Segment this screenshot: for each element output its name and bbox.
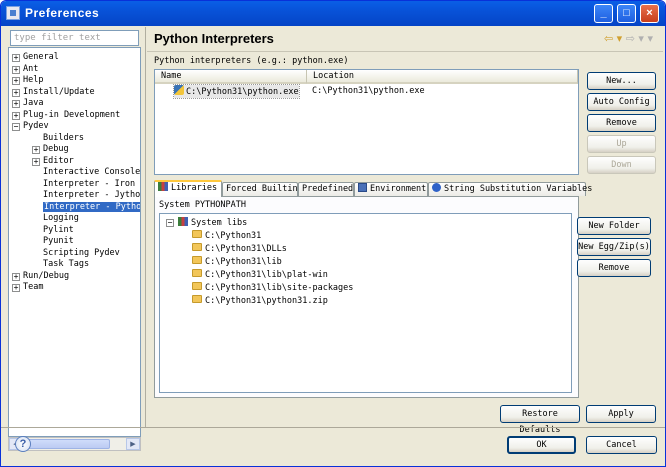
interpreter-name-cell[interactable]: C:\Python31\python.exe: [173, 84, 300, 99]
remove-interpreter-button[interactable]: Remove: [587, 114, 656, 132]
apply-button[interactable]: Apply: [586, 405, 656, 423]
preference-page: Python Interpreters ⇦ ▾ ⇨ ▾ ▾ Python int…: [147, 27, 663, 435]
header-separator: [147, 51, 663, 52]
restore-defaults-button[interactable]: Restore Defaults: [500, 405, 580, 435]
new-folder-button[interactable]: New Folder: [577, 217, 651, 235]
window-icon: [6, 6, 20, 20]
expand-icon[interactable]: +: [12, 54, 20, 62]
folder-icon: [192, 230, 202, 238]
books-icon: [178, 217, 188, 226]
folder-icon: [192, 269, 202, 277]
tree-item-builders[interactable]: Builders: [43, 133, 84, 144]
ok-button[interactable]: OK: [507, 436, 576, 454]
title-bar[interactable]: Preferences _ □ ×: [1, 1, 665, 26]
folder-icon: [192, 256, 202, 264]
folder-icon: [192, 295, 202, 303]
interpreters-table[interactable]: Name Location C:\Python31\python.exe C:\…: [154, 69, 579, 175]
lib-path-item[interactable]: C:\Python31\lib: [192, 256, 282, 268]
maximize-button[interactable]: □: [617, 4, 636, 23]
preferences-tree: + General + Ant + Help + Install/Update + Jav…: [8, 47, 141, 437]
panel-divider[interactable]: [145, 27, 146, 428]
new-egg-zip-button[interactable]: New Egg/Zip(s): [577, 238, 651, 256]
lib-path-item[interactable]: C:\Python31\lib\plat-win: [192, 269, 328, 281]
expand-icon[interactable]: +: [12, 272, 20, 281]
tree-item-run-debug[interactable]: + Run/Debug: [12, 271, 69, 282]
tree-item-task-tags[interactable]: Task Tags: [43, 259, 89, 270]
window-title: Preferences: [25, 6, 100, 20]
tree-item-debug[interactable]: + Debug: [32, 144, 69, 155]
column-header-name[interactable]: Name: [155, 70, 307, 84]
collapse-icon[interactable]: −: [166, 219, 174, 227]
tree-item-pylint[interactable]: Pylint: [43, 225, 74, 236]
tree-item-team[interactable]: + Team: [12, 282, 43, 293]
dialog-button-bar: ? OK Cancel: [1, 427, 665, 466]
folder-icon: [192, 282, 202, 290]
view-menu-icon[interactable]: ▾: [647, 32, 653, 45]
tree-item-editor[interactable]: + Editor: [32, 156, 74, 167]
blue-dot-icon: [432, 183, 441, 192]
interpreter-location-cell: C:\Python31\python.exe: [312, 86, 425, 96]
interpreters-label: Python interpreters (e.g.: python.exe): [154, 56, 349, 66]
tree-item-interactive-console[interactable]: Interactive Console: [43, 167, 140, 178]
tree-item-install-update[interactable]: + Install/Update: [12, 87, 95, 98]
new-interpreter-button[interactable]: New...: [587, 72, 656, 90]
tree-item-interpreter-ironpython[interactable]: Interpreter - Iron Py: [43, 179, 140, 190]
lib-path-item[interactable]: C:\Python31\python31.zip: [192, 295, 328, 307]
help-icon[interactable]: ?: [15, 436, 31, 452]
tab-predefined[interactable]: Predefined: [298, 182, 354, 196]
tab-libraries[interactable]: Libraries: [154, 180, 222, 197]
tree-item-logging[interactable]: Logging: [43, 213, 79, 224]
minimize-button[interactable]: _: [594, 4, 613, 23]
tree-item-interpreter-python[interactable]: Interpreter - Python: [43, 201, 140, 213]
column-header-location[interactable]: Location: [307, 70, 578, 84]
tree-item-general[interactable]: + General: [12, 52, 59, 63]
cancel-button[interactable]: Cancel: [586, 436, 657, 454]
tree-item-pydev[interactable]: − Pydev: [12, 121, 49, 132]
close-button[interactable]: ×: [640, 4, 659, 23]
lib-path-item[interactable]: C:\Python31: [192, 230, 261, 242]
collapse-icon[interactable]: −: [12, 123, 20, 131]
tab-environment[interactable]: Environment: [354, 182, 428, 196]
tree-item-java[interactable]: + Java: [12, 98, 43, 109]
expand-icon[interactable]: +: [12, 100, 20, 108]
tree-item-scripting-pydev[interactable]: Scripting Pydev: [43, 248, 120, 259]
expand-icon[interactable]: +: [32, 146, 40, 154]
expand-icon[interactable]: +: [12, 111, 20, 120]
monitor-icon: [358, 183, 367, 192]
page-title: Python Interpreters: [154, 31, 274, 46]
tree-item-pyunit[interactable]: Pyunit: [43, 236, 74, 247]
preferences-navigation: +General +Ant +Help +Install/Update +Jav…: [5, 27, 144, 451]
move-up-button[interactable]: Up: [587, 135, 656, 153]
filter-input[interactable]: [10, 30, 139, 46]
tab-string-substitution-variables[interactable]: String Substitution Variables: [428, 182, 592, 196]
libraries-tree[interactable]: − System libs C:\Python31 C:\Python31\DL…: [159, 213, 572, 393]
folder-icon: [192, 243, 202, 251]
lib-path-item[interactable]: C:\Python31\DLLs: [192, 243, 287, 255]
tree-item-plugin-development[interactable]: + Plug-in Development: [12, 110, 120, 121]
remove-library-button[interactable]: Remove: [577, 259, 651, 277]
books-icon: [158, 182, 168, 191]
page-navigation: ⇦ ▾ ⇨ ▾ ▾: [604, 32, 653, 45]
tab-forced-builtins[interactable]: Forced Builtins: [222, 182, 303, 196]
expand-icon[interactable]: +: [32, 157, 40, 166]
interpreter-tabs: Libraries Forced Builtins Predefined Env…: [154, 180, 659, 197]
tree-item-help[interactable]: + Help: [12, 75, 43, 86]
tree-item-ant[interactable]: + Ant: [12, 64, 38, 75]
move-down-button[interactable]: Down: [587, 156, 656, 174]
forward-arrow-icon[interactable]: ⇨ ▾: [626, 32, 644, 45]
auto-config-button[interactable]: Auto Config: [587, 93, 656, 111]
expand-icon[interactable]: +: [12, 65, 20, 74]
lib-root-system-libs[interactable]: − System libs: [160, 217, 571, 229]
preferences-window: Preferences _ □ × +General +Ant +Help +I…: [0, 0, 666, 467]
table-row[interactable]: C:\Python31\python.exe C:\Python31\pytho…: [155, 84, 578, 99]
expand-icon[interactable]: +: [12, 284, 20, 292]
tree-item-interpreter-jython[interactable]: Interpreter - Jython: [43, 190, 140, 201]
system-pythonpath-label: System PYTHONPATH: [159, 200, 246, 210]
lib-path-item[interactable]: C:\Python31\lib\site-packages: [192, 282, 353, 294]
python-icon: [174, 85, 184, 95]
expand-icon[interactable]: +: [12, 88, 20, 97]
expand-icon[interactable]: +: [12, 77, 20, 85]
back-arrow-icon[interactable]: ⇦ ▾: [604, 32, 622, 45]
